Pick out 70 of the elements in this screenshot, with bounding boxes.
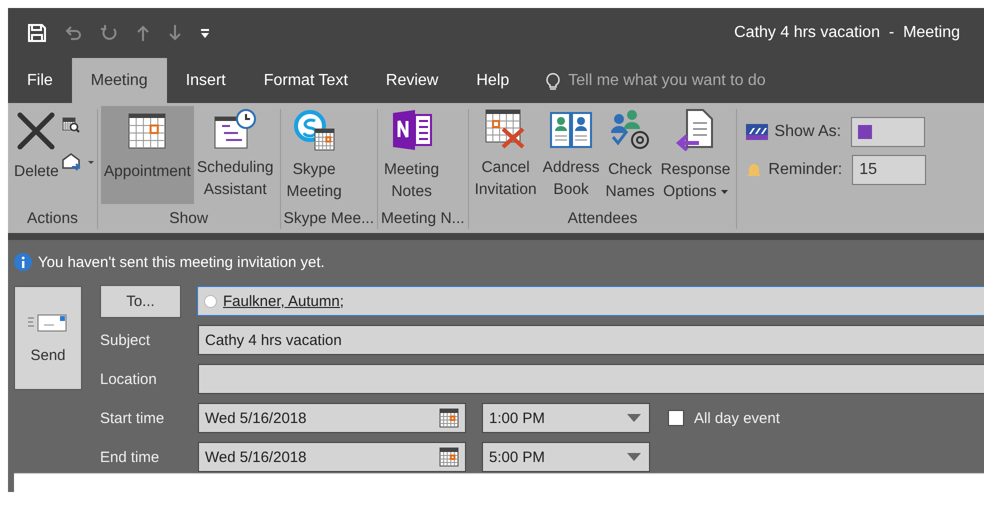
presence-icon bbox=[204, 294, 217, 308]
all-day-label: All day event bbox=[694, 410, 780, 426]
end-time-label: End time bbox=[100, 448, 160, 466]
group-label: Show bbox=[168, 209, 210, 229]
start-time-label: Start time bbox=[100, 410, 166, 426]
to-button[interactable]: To... bbox=[100, 284, 181, 318]
save-button[interactable] bbox=[28, 24, 46, 42]
lightbulb-icon bbox=[546, 70, 560, 90]
redo-icon bbox=[100, 24, 118, 42]
calendar-icon bbox=[439, 447, 459, 467]
subject-field[interactable]: Cathy 4 hrs vacation bbox=[198, 325, 984, 355]
save-icon bbox=[28, 24, 46, 42]
customize-button[interactable] bbox=[200, 27, 210, 39]
ribbon-tab[interactable]: File bbox=[8, 58, 72, 103]
schedule-clock-icon bbox=[214, 109, 256, 149]
group-label: Attendees bbox=[566, 209, 638, 229]
time-dropdown[interactable]: 5:00 PM bbox=[482, 442, 650, 472]
group-label: Skype Mee... bbox=[284, 209, 374, 229]
calendar-icon bbox=[439, 408, 459, 428]
status-swatch-icon bbox=[858, 125, 872, 139]
subject-label: Subject bbox=[100, 332, 152, 348]
ribbon-button[interactable]: Cancel Invitation bbox=[472, 106, 540, 204]
ribbon-button[interactable]: Response Options bbox=[658, 106, 734, 204]
reminder-dropdown[interactable]: 15 bbox=[852, 155, 926, 185]
show-as-label: Show As: bbox=[774, 123, 842, 141]
skype-calendar-icon bbox=[293, 109, 336, 151]
ribbon-tab[interactable]: Insert bbox=[166, 58, 245, 103]
reminder-label: Reminder: bbox=[768, 161, 842, 179]
group-label: Actions bbox=[26, 209, 79, 229]
envelope-icon bbox=[28, 312, 68, 332]
location-label: Location bbox=[100, 370, 158, 388]
ribbon-button[interactable]: Check Names bbox=[602, 106, 658, 204]
send-button[interactable]: Send bbox=[14, 286, 82, 390]
checkbox[interactable] bbox=[668, 410, 684, 426]
ribbon-button[interactable]: Scheduling Assistant bbox=[194, 106, 277, 204]
ribbon-tab[interactable]: Format Text bbox=[244, 58, 367, 103]
ribbon-tab[interactable]: Help bbox=[457, 58, 528, 103]
ribbon-button[interactable]: Delete bbox=[11, 106, 62, 204]
info-icon bbox=[14, 253, 32, 271]
show-as-dropdown[interactable] bbox=[851, 117, 926, 147]
ribbon-button[interactable]: Skype Meeting bbox=[284, 106, 345, 204]
info-message: You haven't sent this meeting invitation yet. bbox=[38, 254, 325, 270]
address-book-icon bbox=[549, 109, 594, 149]
ribbon-button[interactable]: Address Book bbox=[540, 106, 602, 204]
down-arrow-icon bbox=[168, 24, 182, 42]
undo-icon bbox=[64, 24, 82, 42]
recipient-link[interactable]: Faulkner, Autumn; bbox=[223, 292, 344, 310]
calendar-icon bbox=[128, 113, 166, 149]
dropdown-arrow-icon bbox=[627, 453, 641, 461]
group-label: Meeting N... bbox=[381, 209, 465, 229]
delete-icon bbox=[16, 111, 56, 151]
ribbon-tab[interactable]: Review bbox=[366, 58, 458, 103]
recipients-field[interactable]: Faulkner, Autumn; bbox=[197, 286, 984, 316]
ribbon-button[interactable]: Appointment bbox=[100, 106, 194, 204]
dropdown-arrow-icon bbox=[627, 414, 641, 422]
notebook-icon bbox=[390, 109, 433, 151]
location-field[interactable] bbox=[198, 364, 984, 394]
tell-me-field[interactable]: Tell me what you want to do bbox=[546, 58, 766, 103]
calendar-cancel-icon bbox=[484, 109, 527, 149]
date-field[interactable]: Wed 5/16/2018 bbox=[198, 442, 466, 472]
customize-icon bbox=[200, 27, 210, 39]
calendar-search-icon[interactable] bbox=[62, 117, 80, 133]
ribbon-button[interactable]: Meeting Notes bbox=[381, 106, 442, 204]
bell-icon bbox=[746, 161, 762, 179]
time-dropdown[interactable]: 1:00 PM bbox=[482, 403, 650, 433]
ribbon-tab[interactable]: Meeting bbox=[72, 58, 167, 103]
window-title: Cathy 4 hrs vacation - Meeting bbox=[734, 24, 960, 42]
date-field[interactable]: Wed 5/16/2018 bbox=[198, 403, 466, 433]
up-arrow-icon bbox=[136, 24, 150, 42]
busy-status-icon bbox=[746, 124, 768, 140]
